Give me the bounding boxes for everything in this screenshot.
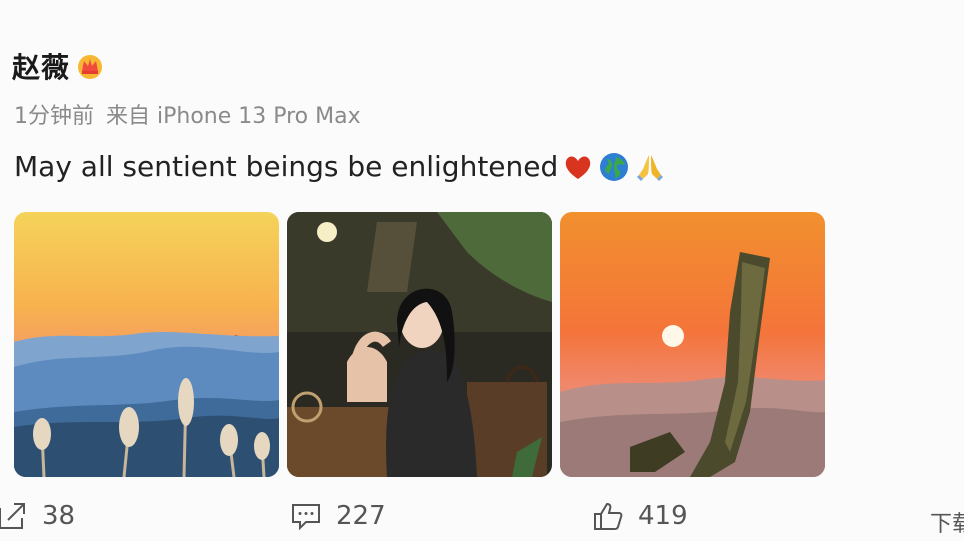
post-content: May all sentient beings be enlightened bbox=[14, 150, 666, 183]
sunset-mountains-photo bbox=[14, 212, 279, 477]
vip-crown-icon bbox=[78, 55, 103, 79]
sunset-banana-leaf-photo bbox=[560, 212, 825, 477]
comment-count: 227 bbox=[336, 501, 386, 531]
post-text: May all sentient beings be enlightened bbox=[14, 150, 559, 183]
action-bar: 38 227 419 bbox=[0, 500, 964, 540]
thumbs-up-icon bbox=[594, 502, 623, 530]
heart-icon bbox=[566, 156, 591, 179]
post-image-2[interactable] bbox=[287, 212, 552, 477]
post-image-3[interactable] bbox=[560, 212, 825, 477]
post-source[interactable]: 来自 iPhone 13 Pro Max bbox=[106, 98, 361, 130]
like-count: 419 bbox=[638, 501, 688, 531]
woman-portrait-photo bbox=[287, 212, 552, 477]
author-row: 赵薇 bbox=[12, 46, 104, 86]
post-time: 1分钟前 bbox=[14, 104, 94, 129]
like-action[interactable]: 419 bbox=[592, 500, 688, 532]
more-link[interactable]: 下载 bbox=[930, 506, 964, 538]
author-name[interactable]: 赵薇 bbox=[12, 46, 70, 86]
praying-hands-icon bbox=[637, 154, 664, 181]
post-image-1[interactable] bbox=[14, 212, 279, 477]
post-meta: 1分钟前 来自 iPhone 13 Pro Max bbox=[14, 98, 361, 130]
share-count: 38 bbox=[42, 501, 76, 531]
comment-action[interactable]: 227 bbox=[290, 500, 386, 532]
share-icon bbox=[0, 503, 25, 529]
share-action[interactable]: 38 bbox=[0, 500, 75, 532]
globe-icon bbox=[600, 152, 629, 181]
comment-icon bbox=[292, 504, 320, 531]
weibo-post: 赵薇 1分钟前 来自 iPhone 13 Pro Max May all sen… bbox=[0, 0, 964, 541]
